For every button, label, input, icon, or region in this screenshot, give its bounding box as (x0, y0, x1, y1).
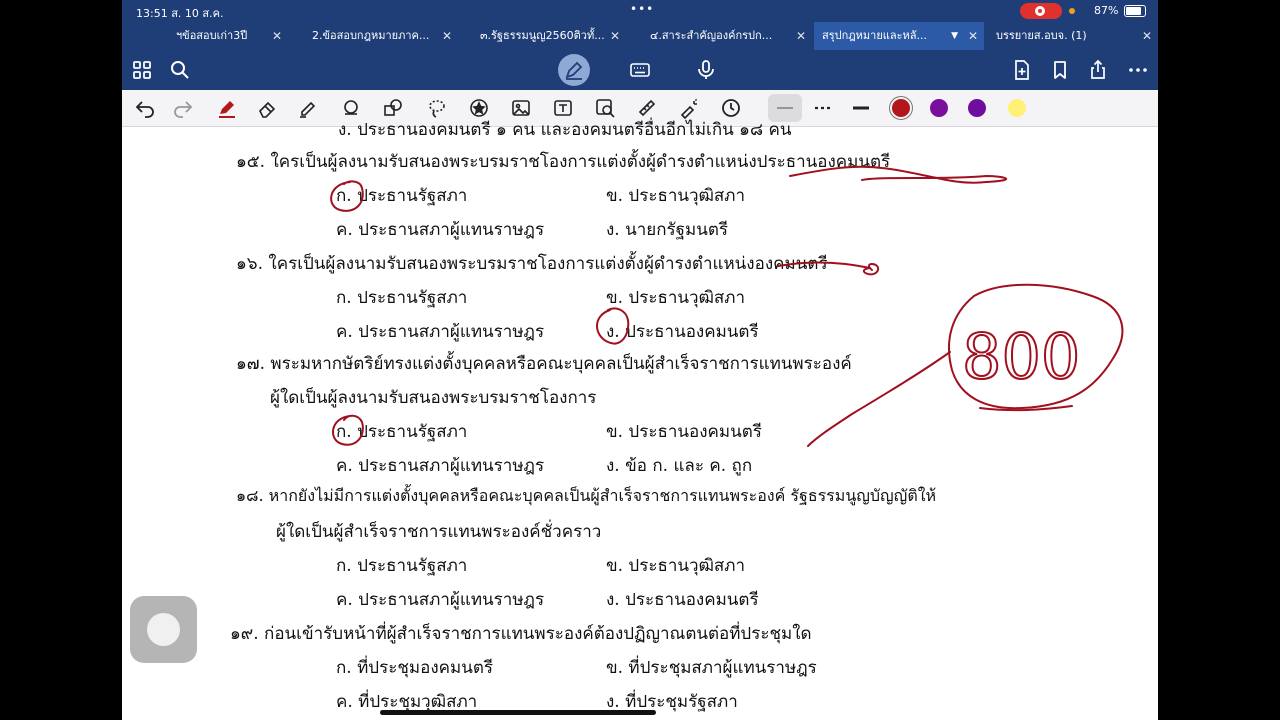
add-page-icon[interactable] (1010, 58, 1034, 82)
close-icon[interactable]: ✕ (796, 22, 806, 50)
q15-option-b: ข. ประธานวุฒิสภา (606, 186, 746, 206)
more-icon[interactable] (1126, 58, 1150, 82)
q19-option-a: ก. ที่ประชุมองคมนตรี (336, 658, 493, 678)
close-icon[interactable]: ✕ (610, 22, 620, 50)
close-icon[interactable]: ✕ (968, 22, 978, 50)
share-icon[interactable] (1086, 58, 1110, 82)
eraser-icon[interactable] (256, 97, 278, 119)
question-17-cont: ผู้ใดเป็นผู้ลงนามรับสนองพระบรมราชโองการ (270, 388, 597, 408)
q17-option-a: ก. ประธานรัฐสภา (336, 422, 468, 442)
tab-4-active[interactable]: สรุปกฎหมายและหลั... ▼ ✕ (814, 22, 984, 50)
top-toolbar (122, 50, 1158, 90)
stroke-dashed-button[interactable] (812, 97, 834, 119)
document-page[interactable]: ง. ประธานองคมนตรี ๑ คน และองคมนตรีอื่นอี… (122, 120, 1158, 720)
search-icon[interactable] (168, 58, 192, 82)
tab-5[interactable]: บรรยายส.อบจ. (1) ✕ (988, 22, 1158, 50)
chevron-down-icon[interactable]: ▼ (951, 22, 958, 50)
microphone-icon[interactable] (694, 58, 718, 82)
close-icon[interactable]: ✕ (272, 22, 282, 50)
q18-option-c: ค. ประธานสภาผู้แทนราษฎร (336, 590, 545, 610)
battery-icon (1124, 5, 1146, 17)
q16-option-c: ค. ประธานสภาผู้แทนราษฎร (336, 322, 545, 342)
multitasking-dots-icon[interactable]: ••• (630, 2, 654, 16)
q15-option-a: ก. ประธานรัฐสภา (336, 186, 468, 206)
tab-0[interactable]: ฯข้อสอบเก่า3ปี ✕ (168, 22, 288, 50)
question-16: ๑๖. ใครเป็นผู้ลงนามรับสนองพระบรมราชโองกา… (236, 254, 828, 274)
q17-option-c: ค. ประธานสภาผู้แทนราษฎร (336, 456, 545, 476)
grid-view-icon[interactable] (130, 58, 154, 82)
bookmark-icon[interactable] (1048, 58, 1072, 82)
highlighter-icon[interactable] (296, 97, 318, 119)
q15-option-c: ค. ประธานสภาผู้แทนราษฎร (336, 220, 545, 240)
status-time: 13:51 ส. 10 ส.ค. (136, 7, 224, 20)
assistive-touch-button[interactable] (130, 596, 197, 663)
q17-option-d: ง. ข้อ ก. และ ค. ถูก (606, 456, 753, 476)
q16-option-a: ก. ประธานรัฐสภา (336, 288, 468, 308)
tab-1[interactable]: 2.ข้อสอบกฎหมายภาค... ✕ (304, 22, 458, 50)
question-18: ๑๘. หากยังไม่มีการแต่งตั้งบุคคลหรือคณะบุ… (236, 486, 937, 505)
q17-option-b: ข. ประธานองคมนตรี (606, 422, 762, 442)
stroke-thick-button[interactable] (850, 97, 872, 119)
tab-2[interactable]: ๓.รัฐธรรมนูญ2560ติวทั้... ✕ (472, 22, 626, 50)
q16-option-b: ข. ประธานวุฒิสภา (606, 288, 746, 308)
mic-indicator-icon (1069, 8, 1075, 14)
pen-icon[interactable] (562, 58, 586, 82)
question-17: ๑๗. พระมหากษัตริย์ทรงแต่งตั้งบุคคลหรือคณ… (236, 354, 852, 374)
app-window: 13:51 ส. 10 ส.ค. ••• 87% ฯข้อสอบเก่า3ปี ✕… (122, 0, 1158, 720)
fountain-pen-icon[interactable] (216, 97, 238, 119)
q19-option-b: ข. ที่ประชุมสภาผู้แทนราษฎร (606, 658, 817, 678)
battery-percent: 87% (1094, 4, 1119, 17)
q18-option-d: ง. ประธานองคมนตรี (606, 590, 759, 610)
close-icon[interactable]: ✕ (442, 22, 452, 50)
q16-option-d: ง. ประธานองคมนตรี (606, 322, 759, 342)
home-indicator[interactable] (380, 710, 656, 715)
question-15: ๑๕. ใครเป็นผู้ลงนามรับสนองพระบรมราชโองกา… (236, 152, 891, 172)
color-swatch-yellow[interactable] (1008, 99, 1026, 117)
q18-option-a: ก. ประธานรัฐสภา (336, 556, 468, 576)
cut-off-line: ง. ประธานองคมนตรี ๑ คน และองคมนตรีอื่นอี… (338, 120, 792, 140)
question-19: ๑๙. ก่อนเข้ารับหน้าที่ผู้สำเร็จราชการแทน… (230, 624, 812, 644)
status-bar: 13:51 ส. 10 ส.ค. ••• 87% (122, 0, 1158, 22)
redo-icon[interactable] (172, 97, 194, 119)
close-icon[interactable]: ✕ (1142, 22, 1152, 50)
color-swatch-purple[interactable] (930, 99, 948, 117)
q15-option-d: ง. นายกรัฐมนตรี (606, 220, 729, 240)
q18-option-b: ข. ประธานวุฒิสภา (606, 556, 746, 576)
undo-icon[interactable] (134, 97, 156, 119)
question-18-cont: ผู้ใดเป็นผู้สำเร็จราชการแทนพระองค์ชั่วคร… (276, 522, 602, 542)
tab-3[interactable]: ๔.สาระสำคัญองค์กรปก... ✕ (642, 22, 812, 50)
tab-bar: ฯข้อสอบเก่า3ปี ✕ 2.ข้อสอบกฎหมายภาค... ✕ ๓.… (122, 22, 1158, 66)
screen-record-icon[interactable] (1020, 3, 1062, 19)
color-swatch-red[interactable] (892, 99, 910, 117)
color-swatch-violet[interactable] (968, 99, 986, 117)
keyboard-icon[interactable] (628, 58, 652, 82)
